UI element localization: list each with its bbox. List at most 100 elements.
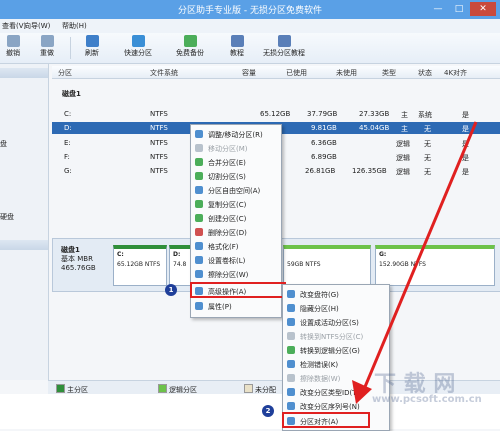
menu-item-convert-logical[interactable]: 转换到逻辑分区(G)	[283, 344, 389, 356]
menu-item-hide[interactable]: 隐藏分区(H)	[283, 302, 389, 314]
partition-name: D:	[173, 251, 181, 258]
allocate-icon	[195, 186, 203, 194]
tutorial-button[interactable]: 教程	[224, 35, 250, 61]
cell-filesystem: NTFS	[150, 110, 168, 118]
partition-name: G:	[379, 251, 387, 258]
wipe-icon	[195, 270, 203, 278]
highlight-advanced	[190, 282, 286, 298]
left-panel-header[interactable]	[0, 240, 48, 250]
merge-icon	[195, 158, 203, 166]
partition-detail: 65.12GB NTFS	[117, 261, 161, 268]
left-panel-item[interactable]: 盘	[0, 139, 7, 149]
menu-item-split[interactable]: 切割分区(S)	[191, 170, 281, 182]
wipe-data-icon	[287, 374, 295, 382]
free-backup-button[interactable]: 免费备份	[170, 35, 210, 61]
disk-label: 磁盘1	[62, 90, 81, 98]
left-panel-item[interactable]: 硬盘	[0, 212, 14, 222]
partition-table-header: 分区 文件系统 容量 已使用 未使用 类型 状态 4K对齐	[52, 66, 500, 79]
menu-item-properties[interactable]: 属性(P)	[191, 300, 281, 312]
undo-button[interactable]: 撤销	[2, 35, 24, 61]
cell-4k-align: 是	[462, 125, 469, 133]
cell-capacity: 65.12GB	[260, 110, 291, 118]
col-4k-align[interactable]: 4K对齐	[444, 68, 467, 78]
active-icon	[287, 318, 295, 326]
refresh-button[interactable]: 刷新	[80, 35, 104, 61]
window-title: 分区助手专业版 - 无损分区免费软件	[178, 6, 322, 16]
resize-icon	[195, 130, 203, 138]
move-icon	[195, 144, 203, 152]
menu-view[interactable]: 查看(V)	[2, 21, 26, 31]
type-id-icon	[287, 388, 295, 396]
tutorial-icon	[230, 35, 244, 47]
cell-used: 26.81GB	[305, 167, 336, 175]
col-free[interactable]: 未使用	[336, 68, 357, 78]
cell-type: 逻辑	[396, 168, 410, 176]
cell-partition: G:	[64, 167, 72, 175]
minimize-button[interactable]: —	[428, 2, 448, 16]
cell-used: 6.89GB	[311, 153, 337, 161]
menu-item-create[interactable]: 创建分区(C)	[191, 212, 281, 224]
cell-4k-align: 是	[462, 154, 469, 162]
menu-item-allocate-free[interactable]: 分区自由空间(A)	[191, 184, 281, 196]
close-button[interactable]: ✕	[470, 2, 496, 16]
col-capacity[interactable]: 容量	[242, 68, 256, 78]
cell-4k-align: 是	[462, 168, 469, 176]
redo-icon	[40, 35, 54, 47]
cell-filesystem: NTFS	[150, 139, 168, 147]
cell-partition: D:	[64, 124, 72, 132]
cell-used: 37.79GB	[307, 110, 338, 118]
step-badge-2: 2	[262, 405, 274, 417]
cell-status: 无	[424, 125, 431, 133]
quick-partition-button[interactable]: 快速分区	[118, 35, 158, 61]
cell-status: 无	[424, 168, 431, 176]
menu-item-format[interactable]: 格式化(F)	[191, 240, 281, 252]
left-panel: 盘 硬盘	[0, 64, 49, 380]
redo-button[interactable]: 重做	[36, 35, 58, 61]
cell-free: 126.35GB	[352, 167, 387, 175]
cell-4k-align: 是	[462, 111, 469, 119]
table-row[interactable]: C: NTFS 65.12GB 37.79GB 27.33GB 主 系统 是	[52, 108, 500, 120]
delete-icon	[195, 228, 203, 236]
menu-wizard[interactable]: 向导(W)	[24, 21, 50, 31]
partition-block-c[interactable]: C: 65.12GB NTFS	[113, 245, 167, 286]
toolbar: 撤销 重做 刷新 快速分区 免费备份 教程 无损分区教程	[0, 33, 500, 64]
watermark-url: www.pcsoft.com.cn	[372, 394, 482, 405]
maximize-button[interactable]: □	[449, 2, 469, 16]
cell-filesystem: NTFS	[150, 153, 168, 161]
highlight-partition-align	[282, 412, 370, 428]
left-panel-header[interactable]	[0, 68, 48, 78]
format-icon	[195, 242, 203, 250]
partition-block-g[interactable]: G: 152.90GB NTFS	[375, 245, 495, 286]
menu-item-delete[interactable]: 删除分区(D)	[191, 226, 281, 238]
col-type[interactable]: 类型	[382, 68, 396, 78]
title-bar: 分区助手专业版 - 无损分区免费软件 — □ ✕	[0, 0, 500, 19]
cell-type: 逻辑	[396, 154, 410, 162]
cell-type: 逻辑	[396, 140, 410, 148]
col-filesystem[interactable]: 文件系统	[150, 68, 178, 78]
cell-used: 6.36GB	[311, 139, 337, 147]
lossless-tutorial-button[interactable]: 无损分区教程	[258, 35, 310, 61]
disk-map-label[interactable]: 磁盘1 基本 MBR 465.76GB	[61, 246, 96, 273]
menu-help[interactable]: 帮助(H)	[62, 21, 87, 31]
logical-icon	[287, 346, 295, 354]
menu-item-merge[interactable]: 合并分区(E)	[191, 156, 281, 168]
refresh-icon	[85, 35, 99, 47]
menu-item-wipe[interactable]: 擦除分区(W)	[191, 268, 281, 280]
cell-partition: E:	[64, 139, 71, 147]
label-icon	[195, 256, 203, 264]
advanced-submenu: 改变盘符(G) 隐藏分区(H) 设置成活动分区(S) 转换到NTFS分区(C) …	[282, 284, 390, 431]
menu-bar: 查看(V) 向导(W) 帮助(H)	[0, 19, 500, 34]
partition-block-f[interactable]: 59GB NTFS	[283, 245, 371, 286]
menu-item-label[interactable]: 设置卷标(L)	[191, 254, 281, 266]
menu-item-convert-ntfs[interactable]: 转换到NTFS分区(C)	[283, 330, 389, 342]
col-used[interactable]: 已使用	[286, 68, 307, 78]
col-status[interactable]: 状态	[418, 68, 432, 78]
cell-4k-align: 是	[462, 140, 469, 148]
menu-item-move[interactable]: 移动分区(M)	[191, 142, 281, 154]
menu-item-copy[interactable]: 复制分区(C)	[191, 198, 281, 210]
col-partition[interactable]: 分区	[58, 68, 72, 78]
menu-item-resize[interactable]: 调整/移动分区(R)	[191, 128, 281, 140]
menu-item-set-active[interactable]: 设置成活动分区(S)	[283, 316, 389, 328]
menu-item-change-letter[interactable]: 改变盘符(G)	[283, 288, 389, 300]
cell-partition: F:	[64, 153, 70, 161]
